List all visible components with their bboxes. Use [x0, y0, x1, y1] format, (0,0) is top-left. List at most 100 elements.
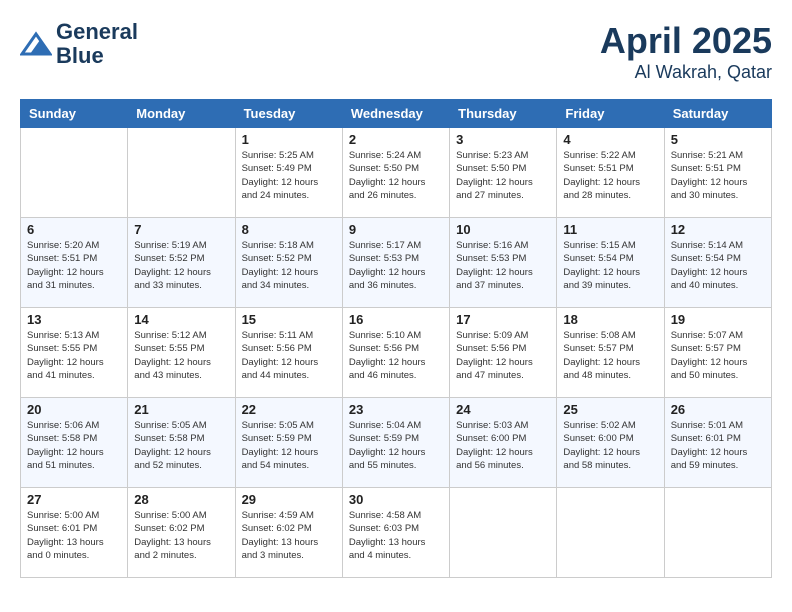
calendar-cell: 19 Sunrise: 5:07 AM Sunset: 5:57 PM Dayli… — [664, 308, 771, 398]
calendar-cell: 27 Sunrise: 5:00 AM Sunset: 6:01 PM Dayli… — [21, 488, 128, 578]
title-block: April 2025 Al Wakrah, Qatar — [600, 20, 772, 83]
day-detail: Sunrise: 5:14 AM Sunset: 5:54 PM Dayligh… — [671, 239, 765, 292]
day-number: 13 — [27, 312, 121, 327]
day-detail: Sunrise: 4:59 AM Sunset: 6:02 PM Dayligh… — [242, 509, 336, 562]
calendar-cell — [450, 488, 557, 578]
calendar-cell: 6Sunrise: 5:20 AM Sunset: 5:51 PM Daylig… — [21, 218, 128, 308]
header-tuesday: Tuesday — [235, 100, 342, 128]
calendar-cell: 5 Sunrise: 5:21 AM Sunset: 5:51 PM Daylig… — [664, 128, 771, 218]
calendar-cell: 8 Sunrise: 5:18 AM Sunset: 5:52 PM Daylig… — [235, 218, 342, 308]
day-detail: Sunrise: 5:21 AM Sunset: 5:51 PM Dayligh… — [671, 149, 765, 202]
calendar-cell: 21 Sunrise: 5:05 AM Sunset: 5:58 PM Dayli… — [128, 398, 235, 488]
week-row-4: 27 Sunrise: 5:00 AM Sunset: 6:01 PM Dayli… — [21, 488, 772, 578]
day-detail: Sunrise: 5:06 AM Sunset: 5:58 PM Dayligh… — [27, 419, 121, 472]
day-detail: Sunrise: 5:00 AM Sunset: 6:02 PM Dayligh… — [134, 509, 228, 562]
header-wednesday: Wednesday — [342, 100, 449, 128]
day-number: 3 — [456, 132, 550, 147]
day-detail: Sunrise: 5:04 AM Sunset: 5:59 PM Dayligh… — [349, 419, 443, 472]
day-number: 15 — [242, 312, 336, 327]
calendar-cell — [128, 128, 235, 218]
day-detail: Sunrise: 5:12 AM Sunset: 5:55 PM Dayligh… — [134, 329, 228, 382]
day-number: 9 — [349, 222, 443, 237]
calendar-cell: 14Sunrise: 5:12 AM Sunset: 5:55 PM Dayli… — [128, 308, 235, 398]
header-sunday: Sunday — [21, 100, 128, 128]
calendar-cell — [21, 128, 128, 218]
calendar-cell: 30 Sunrise: 4:58 AM Sunset: 6:03 PM Dayli… — [342, 488, 449, 578]
day-number: 1 — [242, 132, 336, 147]
day-number: 5 — [671, 132, 765, 147]
day-detail: Sunrise: 5:25 AM Sunset: 5:49 PM Dayligh… — [242, 149, 336, 202]
location-title: Al Wakrah, Qatar — [600, 62, 772, 83]
day-detail: Sunrise: 5:17 AM Sunset: 5:53 PM Dayligh… — [349, 239, 443, 292]
day-number: 24 — [456, 402, 550, 417]
calendar-cell: 25 Sunrise: 5:02 AM Sunset: 6:00 PM Dayli… — [557, 398, 664, 488]
day-number: 11 — [563, 222, 657, 237]
day-number: 27 — [27, 492, 121, 507]
week-row-0: 1 Sunrise: 5:25 AM Sunset: 5:49 PM Daylig… — [21, 128, 772, 218]
day-number: 26 — [671, 402, 765, 417]
header-monday: Monday — [128, 100, 235, 128]
day-number: 28 — [134, 492, 228, 507]
calendar-cell: 22Sunrise: 5:05 AM Sunset: 5:59 PM Dayli… — [235, 398, 342, 488]
day-number: 23 — [349, 402, 443, 417]
day-number: 12 — [671, 222, 765, 237]
day-detail: Sunrise: 5:08 AM Sunset: 5:57 PM Dayligh… — [563, 329, 657, 382]
calendar-cell: 4 Sunrise: 5:22 AM Sunset: 5:51 PM Daylig… — [557, 128, 664, 218]
calendar-cell: 15 Sunrise: 5:11 AM Sunset: 5:56 PM Dayli… — [235, 308, 342, 398]
day-detail: Sunrise: 5:19 AM Sunset: 5:52 PM Dayligh… — [134, 239, 228, 292]
day-number: 10 — [456, 222, 550, 237]
day-number: 16 — [349, 312, 443, 327]
day-detail: Sunrise: 5:11 AM Sunset: 5:56 PM Dayligh… — [242, 329, 336, 382]
day-detail: Sunrise: 5:22 AM Sunset: 5:51 PM Dayligh… — [563, 149, 657, 202]
day-detail: Sunrise: 5:18 AM Sunset: 5:52 PM Dayligh… — [242, 239, 336, 292]
calendar-cell: 18Sunrise: 5:08 AM Sunset: 5:57 PM Dayli… — [557, 308, 664, 398]
day-detail: Sunrise: 5:10 AM Sunset: 5:56 PM Dayligh… — [349, 329, 443, 382]
day-detail: Sunrise: 5:05 AM Sunset: 5:59 PM Dayligh… — [242, 419, 336, 472]
day-number: 25 — [563, 402, 657, 417]
day-detail: Sunrise: 5:00 AM Sunset: 6:01 PM Dayligh… — [27, 509, 121, 562]
week-row-1: 6Sunrise: 5:20 AM Sunset: 5:51 PM Daylig… — [21, 218, 772, 308]
calendar-cell: 17 Sunrise: 5:09 AM Sunset: 5:56 PM Dayli… — [450, 308, 557, 398]
header-saturday: Saturday — [664, 100, 771, 128]
calendar-cell: 23 Sunrise: 5:04 AM Sunset: 5:59 PM Dayli… — [342, 398, 449, 488]
day-detail: Sunrise: 5:20 AM Sunset: 5:51 PM Dayligh… — [27, 239, 121, 292]
calendar-header-row: SundayMondayTuesdayWednesdayThursdayFrid… — [21, 100, 772, 128]
day-detail: Sunrise: 5:15 AM Sunset: 5:54 PM Dayligh… — [563, 239, 657, 292]
day-number: 4 — [563, 132, 657, 147]
day-number: 29 — [242, 492, 336, 507]
day-detail: Sunrise: 5:16 AM Sunset: 5:53 PM Dayligh… — [456, 239, 550, 292]
calendar-table: SundayMondayTuesdayWednesdayThursdayFrid… — [20, 99, 772, 578]
day-detail: Sunrise: 5:23 AM Sunset: 5:50 PM Dayligh… — [456, 149, 550, 202]
header-friday: Friday — [557, 100, 664, 128]
day-detail: Sunrise: 5:03 AM Sunset: 6:00 PM Dayligh… — [456, 419, 550, 472]
calendar-cell: 24 Sunrise: 5:03 AM Sunset: 6:00 PM Dayli… — [450, 398, 557, 488]
day-number: 8 — [242, 222, 336, 237]
day-detail: Sunrise: 5:07 AM Sunset: 5:57 PM Dayligh… — [671, 329, 765, 382]
day-number: 30 — [349, 492, 443, 507]
logo-icon — [20, 30, 52, 58]
logo-text: General Blue — [56, 20, 138, 68]
calendar-cell: 1 Sunrise: 5:25 AM Sunset: 5:49 PM Daylig… — [235, 128, 342, 218]
day-detail: Sunrise: 5:24 AM Sunset: 5:50 PM Dayligh… — [349, 149, 443, 202]
calendar-cell: 16 Sunrise: 5:10 AM Sunset: 5:56 PM Dayli… — [342, 308, 449, 398]
day-detail: Sunrise: 5:09 AM Sunset: 5:56 PM Dayligh… — [456, 329, 550, 382]
day-number: 21 — [134, 402, 228, 417]
logo: General Blue — [20, 20, 138, 68]
week-row-2: 13Sunrise: 5:13 AM Sunset: 5:55 PM Dayli… — [21, 308, 772, 398]
month-title: April 2025 — [600, 20, 772, 62]
day-number: 19 — [671, 312, 765, 327]
header-thursday: Thursday — [450, 100, 557, 128]
day-number: 20 — [27, 402, 121, 417]
calendar-cell: 7 Sunrise: 5:19 AM Sunset: 5:52 PM Daylig… — [128, 218, 235, 308]
calendar-cell: 3 Sunrise: 5:23 AM Sunset: 5:50 PM Daylig… — [450, 128, 557, 218]
day-number: 7 — [134, 222, 228, 237]
day-detail: Sunrise: 5:01 AM Sunset: 6:01 PM Dayligh… — [671, 419, 765, 472]
calendar-cell: 2 Sunrise: 5:24 AM Sunset: 5:50 PM Daylig… — [342, 128, 449, 218]
day-number: 17 — [456, 312, 550, 327]
day-detail: Sunrise: 5:05 AM Sunset: 5:58 PM Dayligh… — [134, 419, 228, 472]
day-detail: Sunrise: 5:02 AM Sunset: 6:00 PM Dayligh… — [563, 419, 657, 472]
day-detail: Sunrise: 4:58 AM Sunset: 6:03 PM Dayligh… — [349, 509, 443, 562]
day-number: 2 — [349, 132, 443, 147]
calendar-cell: 29 Sunrise: 4:59 AM Sunset: 6:02 PM Dayli… — [235, 488, 342, 578]
week-row-3: 20 Sunrise: 5:06 AM Sunset: 5:58 PM Dayli… — [21, 398, 772, 488]
